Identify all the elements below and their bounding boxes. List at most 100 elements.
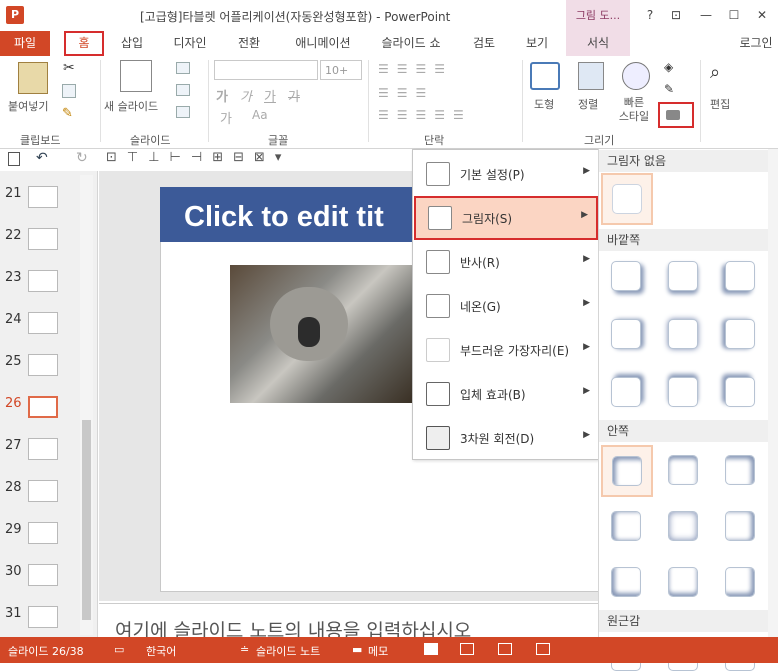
- shadow-option-inner[interactable]: [725, 567, 755, 597]
- cut-icon[interactable]: ✂: [63, 60, 75, 76]
- help-button[interactable]: ?: [640, 6, 660, 24]
- language-indicator[interactable]: 한국어: [146, 643, 176, 659]
- tab-insert[interactable]: 삽입: [112, 31, 152, 56]
- slide-thumbnail[interactable]: [28, 522, 58, 544]
- paste-icon[interactable]: [18, 62, 48, 94]
- shadow-option-outer[interactable]: [725, 319, 755, 349]
- font-family-select[interactable]: [214, 60, 318, 80]
- slide-thumbnail[interactable]: [28, 480, 58, 502]
- koala-image[interactable]: [230, 265, 412, 403]
- reset-icon[interactable]: [176, 84, 190, 96]
- shapes-button[interactable]: 도형: [534, 96, 554, 112]
- close-icon[interactable]: ✕: [752, 6, 772, 24]
- quick-styles-icon[interactable]: [622, 62, 650, 90]
- tab-view[interactable]: 보기: [517, 31, 557, 56]
- shadow-option-outer[interactable]: [725, 261, 755, 291]
- shadow-option-outer[interactable]: [611, 377, 641, 407]
- tab-review[interactable]: 검토: [464, 31, 504, 56]
- italic-icon[interactable]: 가: [240, 86, 252, 105]
- underline-icon[interactable]: 가: [264, 86, 276, 105]
- redo-icon[interactable]: ↻: [76, 150, 88, 166]
- slide-thumbnail[interactable]: [28, 606, 58, 628]
- section-icon[interactable]: [176, 106, 190, 118]
- menu-item-bevel[interactable]: 입체 효과(B) ▶: [414, 372, 598, 416]
- comments-button[interactable]: 메모: [368, 643, 388, 659]
- shadow-option-outer[interactable]: [668, 319, 698, 349]
- shape-fill-icon[interactable]: ◈: [664, 60, 673, 74]
- ribbon-display-options-icon[interactable]: ⊡: [666, 6, 686, 24]
- reading-view-icon[interactable]: [498, 643, 512, 655]
- change-case-icon[interactable]: Aa: [252, 108, 268, 122]
- tab-format[interactable]: 서식: [566, 31, 630, 56]
- arrange-icon[interactable]: [578, 62, 604, 90]
- notes-pane[interactable]: 여기에 슬라이드 노트의 내용을 입력하십시오: [99, 603, 599, 642]
- shadow-option-inner[interactable]: [611, 567, 641, 597]
- menu-item-reflection[interactable]: 반사(R) ▶: [414, 240, 598, 284]
- shadow-option-outer[interactable]: [611, 261, 641, 291]
- slideshow-view-icon[interactable]: [536, 643, 550, 655]
- undo-icon[interactable]: ↶: [36, 150, 48, 166]
- menu-item-shadow[interactable]: 그림자(S) ▶: [414, 196, 598, 240]
- edit-button[interactable]: 편집: [710, 96, 730, 112]
- bold-icon[interactable]: 가: [216, 86, 228, 105]
- shadow-option-outer[interactable]: [668, 261, 698, 291]
- format-painter-icon[interactable]: ✎: [62, 106, 73, 121]
- menu-item-glow[interactable]: 네온(G) ▶: [414, 284, 598, 328]
- paste-button[interactable]: 붙여넣기: [8, 98, 48, 114]
- shadow-option-outer[interactable]: [611, 319, 641, 349]
- slide-thumbnail[interactable]: [28, 270, 58, 292]
- shadow-option-inner[interactable]: [725, 511, 755, 541]
- gallery-scrollbar[interactable]: [768, 149, 778, 663]
- shadow-option-inner[interactable]: [668, 455, 698, 485]
- shape-outline-icon[interactable]: ✎: [664, 82, 674, 96]
- align-icon[interactable]: ☰☰☰☰☰: [378, 108, 472, 122]
- slide-thumbnail[interactable]: [28, 228, 58, 250]
- slide-thumbnail[interactable]: [28, 186, 58, 208]
- save-icon[interactable]: [8, 152, 20, 166]
- menu-item-preset[interactable]: 기본 설정(P) ▶: [414, 152, 598, 196]
- indent-icon[interactable]: ☰☰☰: [378, 86, 434, 100]
- tab-home[interactable]: 홈: [64, 31, 104, 56]
- tab-animations[interactable]: 애니메이션: [283, 31, 363, 56]
- slide-sorter-icon[interactable]: [460, 643, 474, 655]
- tab-design[interactable]: 디자인: [165, 31, 215, 56]
- slide-thumbnail-selected[interactable]: [28, 396, 58, 418]
- bullets-icon[interactable]: ☰☰☰☰: [378, 62, 453, 76]
- scroll-thumb[interactable]: [82, 420, 91, 620]
- shadow-option-inner[interactable]: [725, 455, 755, 485]
- font-color-icon[interactable]: 가: [220, 108, 232, 127]
- slide-thumbnail[interactable]: [28, 564, 58, 586]
- maximize-icon[interactable]: ☐: [724, 6, 744, 24]
- tab-file[interactable]: 파일: [0, 31, 50, 56]
- menu-item-3d-rotation[interactable]: 3차원 회전(D) ▶: [414, 416, 598, 460]
- login-link[interactable]: 로그인: [734, 31, 778, 56]
- binoculars-icon[interactable]: ⌕: [710, 62, 720, 83]
- notes-button[interactable]: 슬라이드 노트: [256, 643, 320, 659]
- slide-thumbnail[interactable]: [28, 438, 58, 460]
- thumbnails-scrollbar[interactable]: [80, 175, 93, 635]
- layout-icon[interactable]: [176, 62, 190, 74]
- menu-item-soft-edges[interactable]: 부드러운 가장자리(E) ▶: [414, 328, 598, 372]
- normal-view-icon[interactable]: [424, 643, 438, 655]
- shadow-option-inner[interactable]: [668, 567, 698, 597]
- shadow-option-outer[interactable]: [725, 377, 755, 407]
- font-size-select[interactable]: 10+: [320, 60, 362, 80]
- new-slide-button[interactable]: 새 슬라이드: [104, 98, 158, 114]
- shadow-option-outer[interactable]: [668, 377, 698, 407]
- tab-transitions[interactable]: 전환: [226, 31, 272, 56]
- slide-thumbnail[interactable]: [28, 312, 58, 334]
- context-tab-picture-tools[interactable]: 그림 도...: [566, 0, 630, 31]
- shapes-icon[interactable]: [530, 62, 560, 90]
- new-slide-icon[interactable]: [120, 60, 152, 92]
- slide-thumbnail[interactable]: [28, 354, 58, 376]
- quick-styles-button[interactable]: 빠른 스타일: [612, 96, 656, 124]
- tab-slideshow[interactable]: 슬라이드 쇼: [372, 31, 450, 56]
- strikethrough-icon[interactable]: 가: [288, 86, 300, 105]
- toolbar-icons[interactable]: ⊡⊤⊥⊢⊣⊞⊟⊠▾: [106, 150, 291, 165]
- shadow-option-inner-selected[interactable]: [601, 445, 653, 497]
- shadow-option-inner[interactable]: [611, 511, 641, 541]
- shadow-option-inner[interactable]: [668, 511, 698, 541]
- arrange-button[interactable]: 정렬: [578, 96, 598, 112]
- shape-effects-button[interactable]: [658, 102, 694, 128]
- copy-icon[interactable]: [62, 84, 76, 98]
